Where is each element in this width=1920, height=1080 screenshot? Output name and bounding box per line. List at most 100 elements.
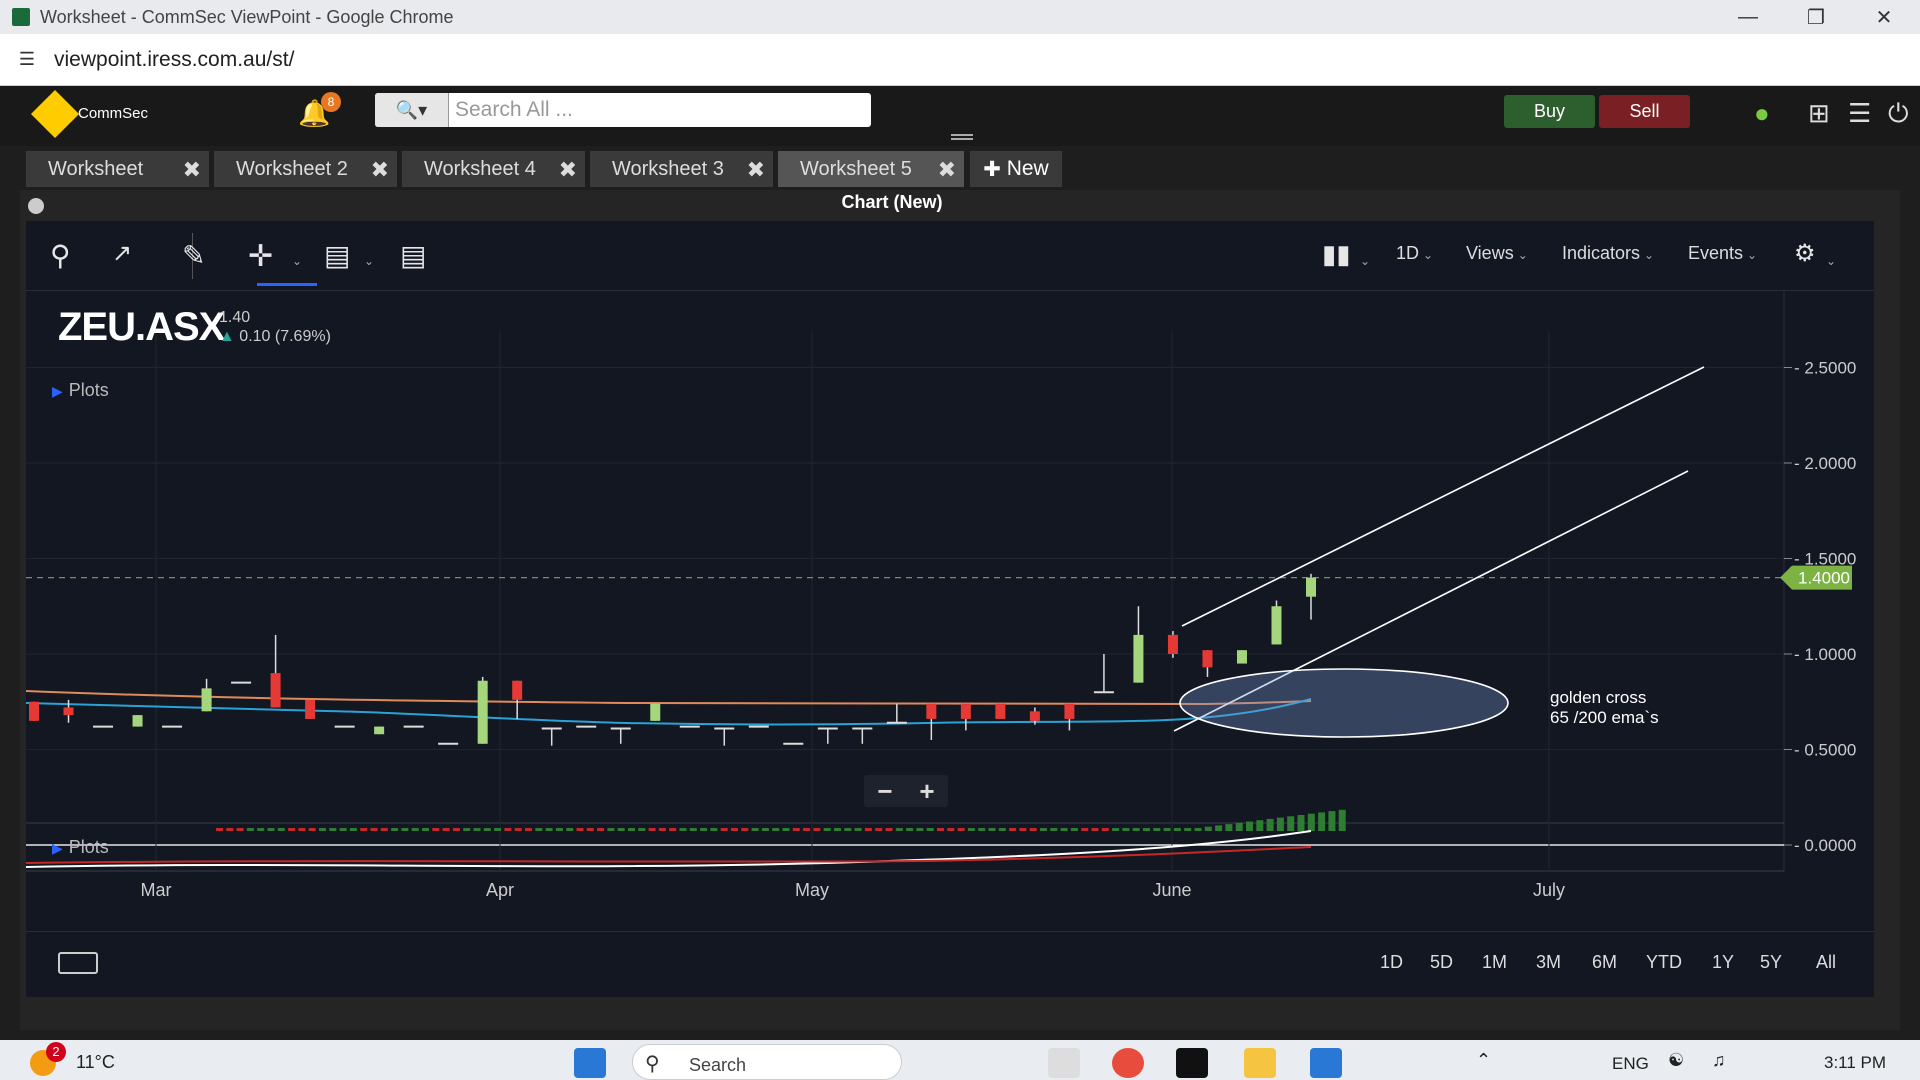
- views-dropdown[interactable]: Views ⌄: [1466, 243, 1528, 264]
- histogram-bar: [277, 828, 285, 831]
- candle-body: [995, 703, 1006, 719]
- candle-body: [1167, 634, 1178, 654]
- range-6m[interactable]: 6M: [1592, 952, 1617, 973]
- range-3m[interactable]: 3M: [1536, 952, 1561, 973]
- zoom-out-icon[interactable]: −: [877, 776, 892, 807]
- events-dropdown[interactable]: Events ⌄: [1688, 243, 1757, 264]
- interval-dropdown[interactable]: 1D ⌄: [1396, 243, 1433, 264]
- resize-grip-icon[interactable]: [951, 134, 973, 140]
- taskbar-search[interactable]: ⚲ Search: [632, 1044, 902, 1080]
- histogram-bar: [1019, 828, 1027, 831]
- menu-icon[interactable]: ☰: [1848, 98, 1871, 129]
- photos-icon[interactable]: [1310, 1048, 1342, 1078]
- tab-worksheet-3[interactable]: Worksheet 3 ✖: [590, 151, 773, 187]
- price-change: ▲ 0.10 (7.69%): [219, 328, 331, 346]
- site-settings-icon[interactable]: ☰: [14, 47, 40, 73]
- close-tab-icon[interactable]: ✖: [938, 157, 956, 183]
- sell-button[interactable]: Sell: [1599, 95, 1690, 128]
- search-type-dropdown[interactable]: 🔍▾: [375, 93, 449, 127]
- range-1m[interactable]: 1M: [1482, 952, 1507, 973]
- histogram-bar: [236, 828, 244, 831]
- search-icon[interactable]: ⚲: [50, 239, 71, 272]
- signal-line: [26, 846, 1312, 864]
- url-text[interactable]: viewpoint.iress.com.au/st/: [54, 48, 294, 72]
- tab-label: Worksheet 5: [800, 157, 912, 180]
- tab-worksheet-4[interactable]: Worksheet 4 ✖: [402, 151, 585, 187]
- add-panel-icon[interactable]: ⊞: [1808, 98, 1830, 129]
- range-all[interactable]: All: [1816, 952, 1836, 973]
- range-1d[interactable]: 1D: [1380, 952, 1403, 973]
- language-indicator[interactable]: ENG: [1612, 1054, 1649, 1074]
- chevron-up-icon[interactable]: ⌃: [1476, 1050, 1491, 1071]
- search-icon: ⚲: [645, 1053, 660, 1075]
- histogram-bar: [761, 828, 769, 831]
- histogram-bar: [349, 828, 357, 831]
- crosshair-dropdown-chevron-icon[interactable]: ⌄: [288, 249, 302, 270]
- tab-worksheet[interactable]: Worksheet ✖: [26, 151, 209, 187]
- trading-app-icon[interactable]: [1176, 1048, 1208, 1078]
- range-ytd[interactable]: YTD: [1646, 952, 1682, 973]
- close-tab-icon[interactable]: ✖: [747, 157, 765, 183]
- restore-icon[interactable]: ❐: [1782, 0, 1850, 34]
- y-tick-label: - 1.0000: [1794, 645, 1856, 664]
- histogram-bar: [360, 828, 368, 831]
- histogram-bar: [1215, 825, 1223, 831]
- temperature[interactable]: 11°C: [76, 1052, 115, 1073]
- histogram-bar: [679, 828, 687, 831]
- close-tab-icon[interactable]: ✖: [183, 157, 201, 183]
- close-tab-icon[interactable]: ✖: [559, 157, 577, 183]
- histogram-bar: [339, 828, 347, 831]
- indicators-label: Indicators: [1562, 243, 1641, 263]
- snipping-tool-icon[interactable]: [1048, 1048, 1080, 1078]
- file-explorer-icon[interactable]: [1244, 1048, 1276, 1078]
- plots-toggle[interactable]: ▶ Plots: [52, 380, 109, 401]
- chrome-icon[interactable]: [1112, 1048, 1144, 1078]
- windows-start-icon[interactable]: [574, 1048, 606, 1078]
- range-5y[interactable]: 5Y: [1760, 952, 1782, 973]
- zoom-in-icon[interactable]: +: [919, 776, 934, 807]
- histogram-bar: [401, 828, 409, 831]
- wifi-icon[interactable]: ☯: [1668, 1050, 1684, 1071]
- indicators-dropdown[interactable]: Indicators ⌄: [1562, 243, 1654, 264]
- minimize-icon[interactable]: —: [1714, 0, 1782, 34]
- range-5d[interactable]: 5D: [1430, 952, 1453, 973]
- range-1y[interactable]: 1Y: [1712, 952, 1734, 973]
- price-chart[interactable]: golden cross65 /200 ema`s - 2.5000 - 2.00…: [26, 291, 1874, 931]
- tab-label: Worksheet 2: [236, 157, 348, 180]
- clock-time[interactable]: 3:11 PM: [1824, 1053, 1886, 1073]
- tab-label: Worksheet 3: [612, 157, 724, 180]
- last-price: 1.40: [219, 309, 251, 326]
- histogram-bar: [1246, 821, 1253, 831]
- annotation-dropdown-chevron-icon[interactable]: ⌄: [360, 249, 374, 270]
- trend-line-upper: [1181, 366, 1705, 627]
- annotation-icon[interactable]: ▤: [324, 239, 350, 272]
- data-table-icon[interactable]: ▤: [400, 239, 426, 272]
- tab-worksheet-5[interactable]: Worksheet 5 ✖: [778, 151, 964, 187]
- pencil-icon[interactable]: ✎: [182, 239, 205, 272]
- tab-worksheet-2[interactable]: Worksheet 2 ✖: [214, 151, 397, 187]
- gear-icon[interactable]: ⚙: [1794, 239, 1816, 268]
- settings-dropdown-chevron-icon[interactable]: ⌄: [1822, 249, 1836, 270]
- plots-toggle-lower[interactable]: ▶ Plots: [52, 837, 109, 858]
- search-input[interactable]: [449, 93, 871, 127]
- power-icon[interactable]: ⏻: [1888, 98, 1909, 130]
- histogram-bar: [329, 828, 337, 831]
- new-tab-button[interactable]: ✚ New: [970, 151, 1062, 187]
- chart-area[interactable]: golden cross 65 /200 ema`s - 2.5000 - 2.00…: [26, 291, 1874, 931]
- keyboard-icon[interactable]: [58, 952, 98, 974]
- chart-type-icon[interactable]: ▮▮: [1322, 239, 1351, 270]
- lightbulb-icon[interactable]: ●: [1754, 98, 1770, 129]
- commsec-logo-icon[interactable]: [30, 89, 80, 139]
- chart-type-dropdown-chevron-icon[interactable]: ⌄: [1356, 249, 1370, 270]
- histogram-bar: [298, 828, 306, 831]
- histogram-bar: [906, 828, 914, 831]
- candle-body: [477, 680, 488, 744]
- crosshair-icon[interactable]: ✛: [248, 239, 273, 274]
- close-window-icon[interactable]: ✕: [1850, 0, 1918, 34]
- volume-icon[interactable]: ♫: [1712, 1050, 1726, 1071]
- add-indicator-icon[interactable]: ↗: [112, 239, 132, 268]
- histogram-bar: [792, 828, 800, 831]
- buy-button[interactable]: Buy: [1504, 95, 1595, 128]
- symbol-title: ZEU.ASX: [58, 305, 225, 349]
- close-tab-icon[interactable]: ✖: [371, 157, 389, 183]
